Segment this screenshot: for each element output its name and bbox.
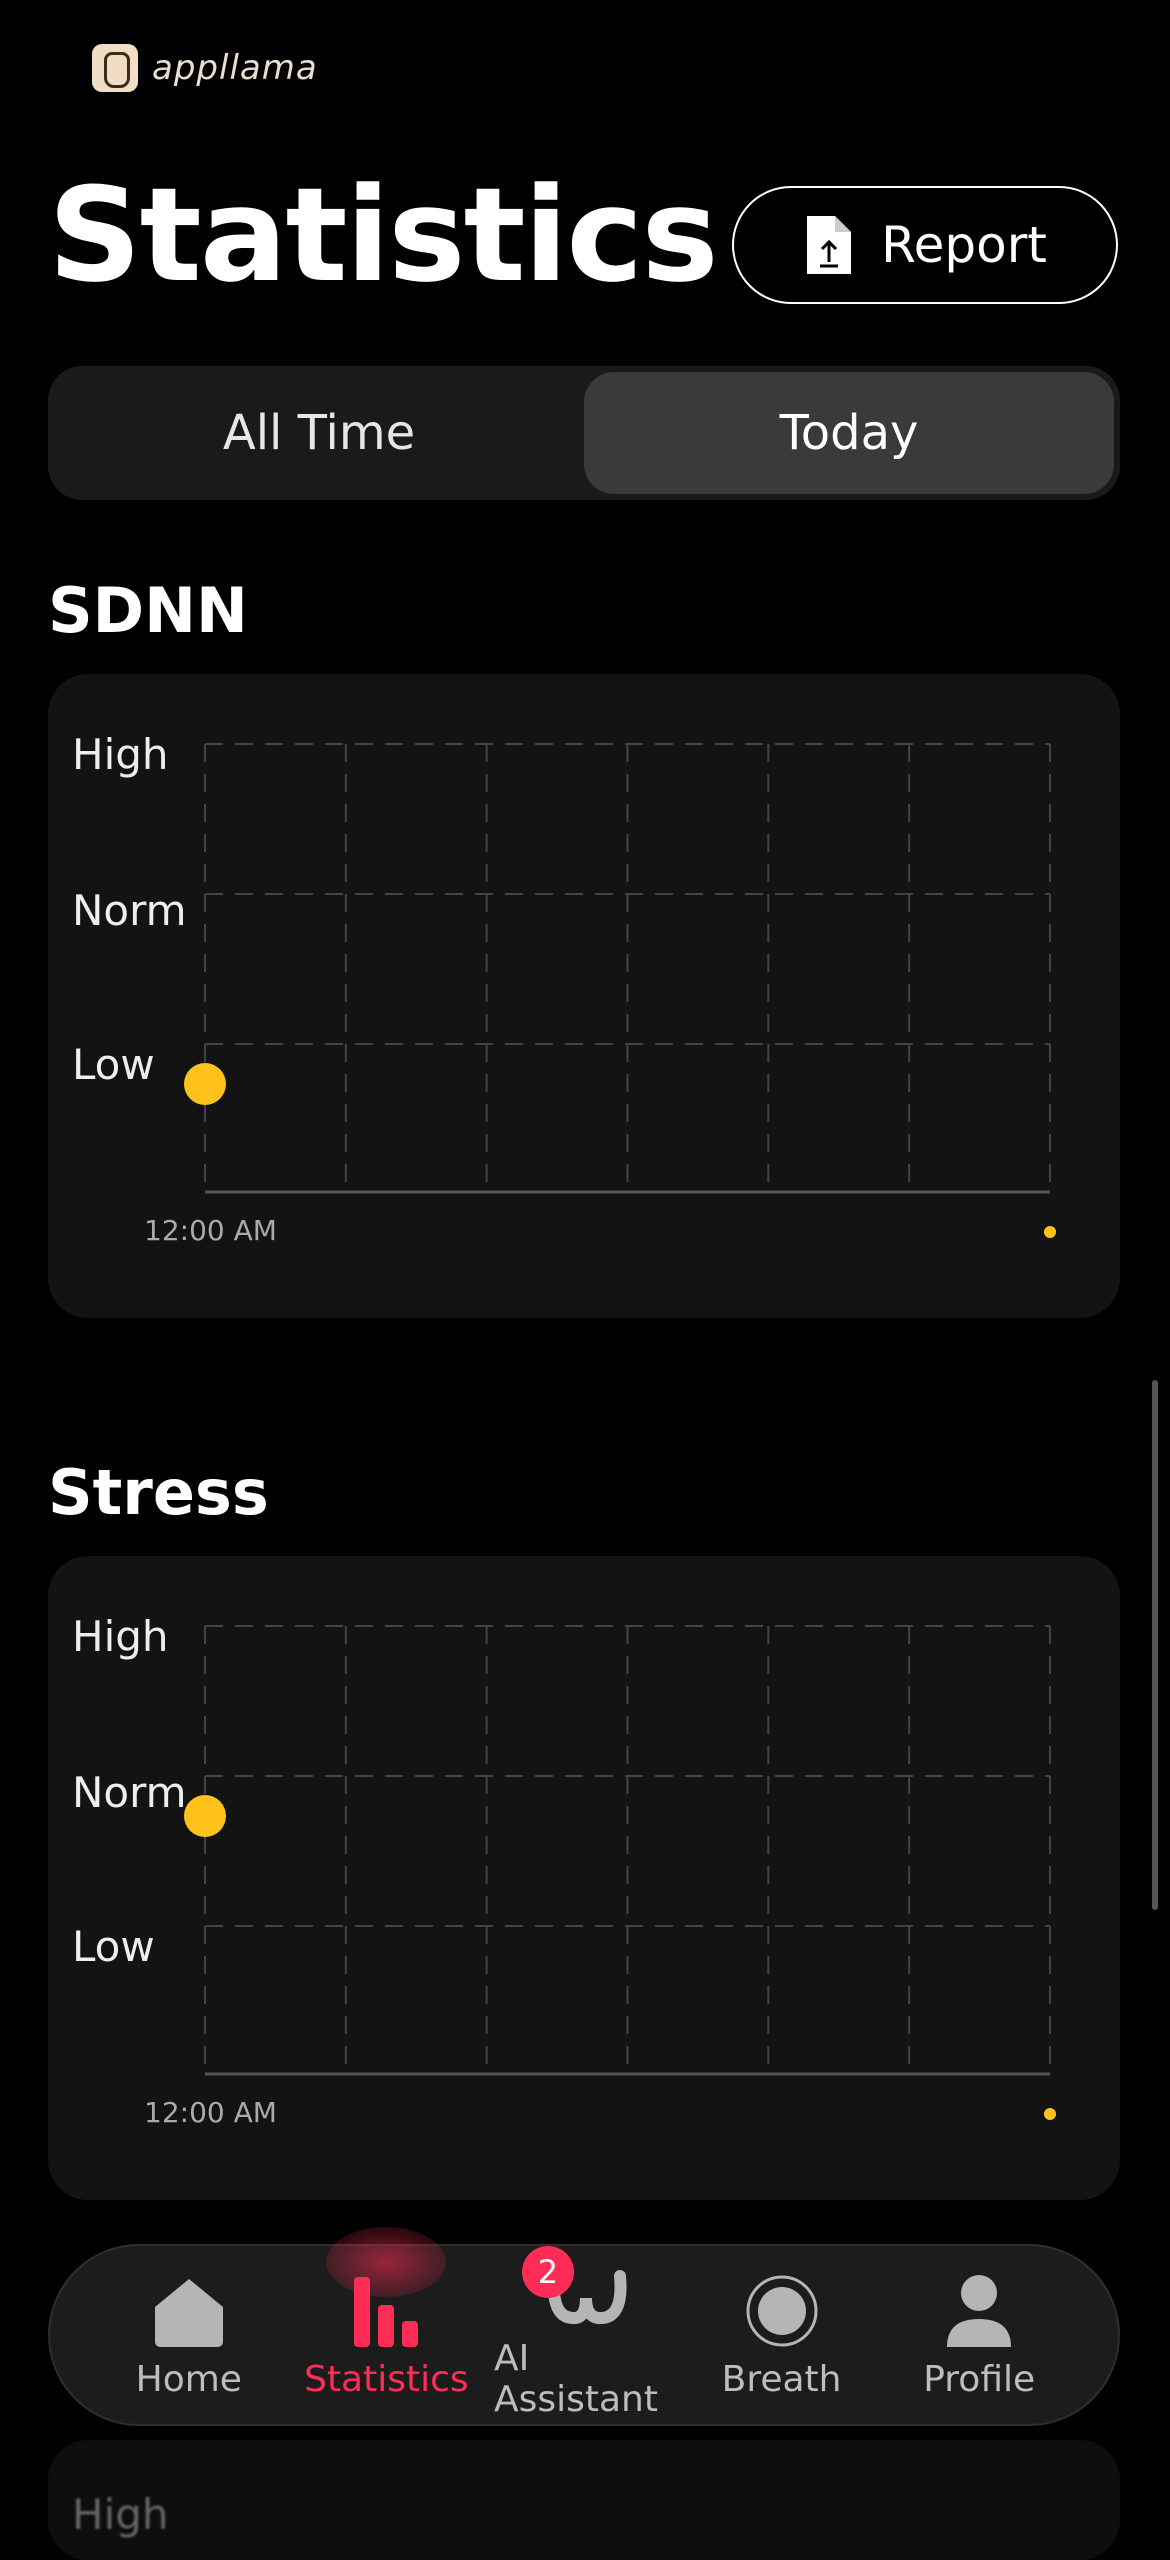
- stress-chart-card: High Norm Low 12:00 AM: [48, 1556, 1120, 2200]
- sdnn-title: SDNN: [48, 574, 248, 647]
- segment-all-time[interactable]: All Time: [54, 372, 584, 494]
- notification-badge: 2: [521, 2246, 574, 2298]
- data-point: [184, 1063, 226, 1105]
- breath-icon: [746, 2275, 818, 2346]
- nav-label-statistics: Statistics: [304, 2358, 469, 2400]
- legend-dot: [1044, 2108, 1056, 2120]
- stress-xlabel: 12:00 AM: [144, 2096, 277, 2129]
- nav-label-profile: Profile: [923, 2358, 1036, 2400]
- stress-title: Stress: [48, 1456, 269, 1529]
- nav-label-ai-assistant: AI Assistant: [493, 2338, 658, 2420]
- nav-ai-assistant[interactable]: 2 AI Assistant: [493, 2246, 674, 2420]
- time-range-segment: All Time Today: [48, 366, 1120, 500]
- page-title: Statistics: [48, 159, 719, 311]
- brand: appllama: [92, 44, 318, 92]
- legend-dot: [1044, 1226, 1056, 1238]
- sdnn-xlabel: 12:00 AM: [144, 1214, 277, 1247]
- sdnn-chart-card: High Norm Low 12:00 AM: [48, 674, 1120, 1318]
- segment-today[interactable]: Today: [584, 372, 1114, 494]
- profile-icon: [947, 2274, 1012, 2347]
- data-point: [184, 1795, 226, 1837]
- nav-home[interactable]: Home: [99, 2271, 279, 2400]
- nav-statistics[interactable]: Statistics: [296, 2226, 476, 2400]
- active-glow: [326, 2226, 447, 2297]
- brand-name: appllama: [152, 48, 318, 88]
- file-upload-icon: [807, 216, 852, 274]
- nav-profile[interactable]: Profile: [889, 2271, 1069, 2400]
- next-card-peek: [48, 2440, 1120, 2560]
- bottom-nav: Home Statistics 2 AI Assistant Breath Pr…: [48, 2226, 1120, 2426]
- home-icon: [154, 2278, 223, 2347]
- llama-logo-icon: [92, 44, 138, 92]
- nav-label-breath: Breath: [721, 2358, 842, 2400]
- scrollbar[interactable]: [1152, 1380, 1158, 1910]
- nav-label-home: Home: [135, 2358, 242, 2400]
- report-button[interactable]: Report: [732, 186, 1118, 304]
- nav-breath[interactable]: Breath: [692, 2271, 872, 2400]
- report-label: Report: [881, 216, 1047, 274]
